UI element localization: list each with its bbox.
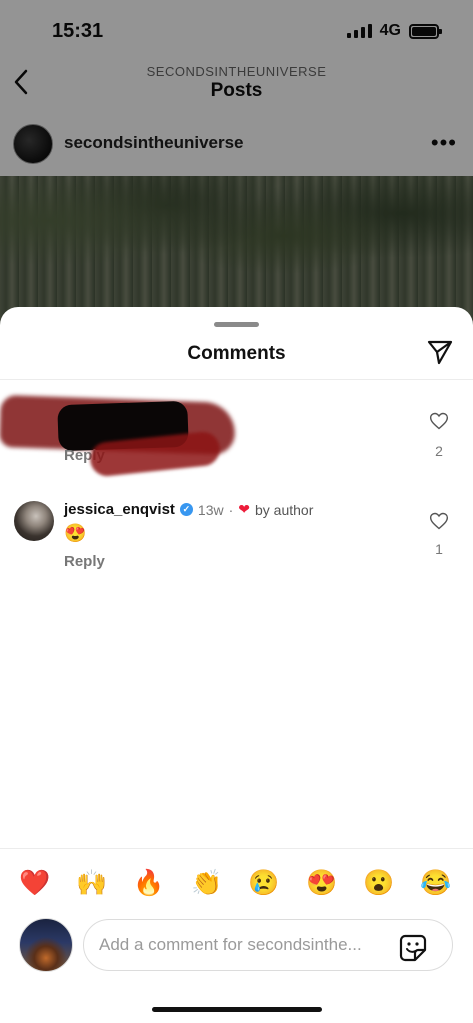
comment-item: Reply 2 xyxy=(0,307,473,478)
comment-item: jessica_enqvist ✓ 13w · ❤ by author 😍 Re… xyxy=(0,501,473,581)
reaction-clap[interactable]: 👏 xyxy=(190,866,224,900)
reaction-fire[interactable]: 🔥 xyxy=(132,866,166,900)
commenter-avatar[interactable] xyxy=(14,501,54,541)
like-count: 2 xyxy=(435,443,443,459)
liked-by-author-heart-icon: ❤ xyxy=(238,501,250,517)
meta-separator: · xyxy=(228,501,234,518)
liked-by-author-label: by author xyxy=(255,501,314,518)
comment-username[interactable]: jessica_enqvist xyxy=(64,501,175,518)
comment-meta: jessica_enqvist ✓ 13w · ❤ by author xyxy=(64,501,313,518)
reaction-laughing[interactable]: 😂 xyxy=(419,866,453,900)
reaction-crying[interactable]: 😢 xyxy=(247,866,281,900)
reaction-raised-hands[interactable]: 🙌 xyxy=(75,866,109,900)
heart-outline-icon[interactable] xyxy=(429,411,449,431)
quick-reaction-bar: ❤️ 🙌 🔥 👏 😢 😍 😮 😂 xyxy=(0,866,473,900)
reply-button[interactable]: Reply xyxy=(64,553,105,570)
current-user-avatar[interactable] xyxy=(19,918,73,972)
reaction-heart-eyes[interactable]: 😍 xyxy=(305,866,339,900)
reaction-heart[interactable]: ❤️ xyxy=(18,866,52,900)
comment-time: 13w xyxy=(197,501,224,518)
comments-sheet: Comments Reply 2 jessica_enqvist ✓ 13w ·… xyxy=(0,307,473,1023)
like-count: 1 xyxy=(435,541,443,557)
comment-composer xyxy=(0,915,473,975)
comment-text: 😍 xyxy=(64,523,87,543)
emoji-divider xyxy=(0,848,473,849)
reaction-surprised[interactable]: 😮 xyxy=(362,866,396,900)
sticker-icon[interactable] xyxy=(398,933,428,963)
heart-outline-icon[interactable] xyxy=(429,511,449,531)
verified-badge-icon: ✓ xyxy=(179,503,193,516)
home-indicator xyxy=(152,1007,322,1012)
